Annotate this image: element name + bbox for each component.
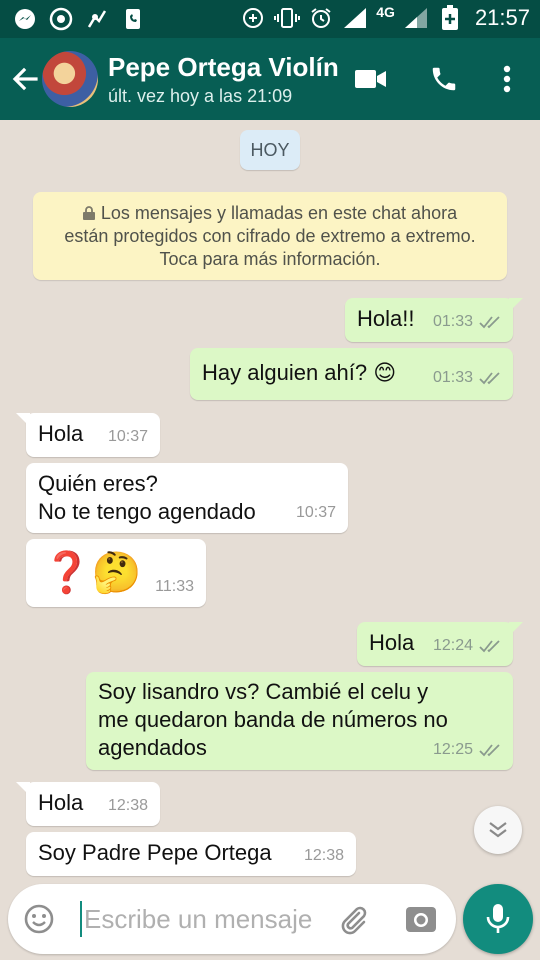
message-incoming[interactable]: Quién eres? No te tengo agendado 10:37 (26, 463, 348, 533)
message-outgoing[interactable]: Soy lisandro vs? Cambié el celu y me que… (86, 672, 513, 770)
message-incoming[interactable]: Soy Padre Pepe Ortega 12:38 (26, 832, 356, 876)
encryption-notice-line2: están protegidos con cifrado de extremo … (64, 226, 476, 246)
message-incoming[interactable]: ❓🤔 11:33 (26, 539, 206, 607)
message-time: 10:37 (295, 504, 336, 521)
message-outgoing[interactable]: Hola!! 01:33 (345, 298, 523, 342)
data-saver-icon (240, 5, 266, 31)
attach-icon[interactable] (336, 902, 370, 936)
battery-icon (437, 5, 463, 31)
chevron-double-down-icon (489, 822, 507, 838)
lock-icon (82, 206, 95, 220)
back-arrow-icon[interactable] (8, 62, 42, 96)
phone-icon[interactable] (427, 62, 461, 96)
message-composer (8, 884, 456, 954)
chat-header: Pepe Ortega Violín últ. vez hoy a las 21… (0, 38, 540, 120)
double-check-icon (479, 640, 500, 653)
camera-icon[interactable] (404, 902, 438, 936)
status-bar: 4G 21:57 (0, 0, 540, 38)
message-incoming[interactable]: Hola 10:37 (16, 413, 160, 457)
more-vert-icon[interactable] (490, 62, 524, 96)
encryption-notice[interactable]: Los mensajes y llamadas en este chat aho… (33, 192, 507, 280)
vibrate-icon (274, 5, 301, 31)
alarm-icon (308, 5, 334, 31)
message-time: 12:25 (432, 741, 473, 758)
message-text: Quién eres? No te tengo agendado (38, 471, 256, 524)
double-check-icon (479, 744, 500, 757)
text-caret (80, 901, 82, 937)
contact-name[interactable]: Pepe Ortega Violín (108, 52, 339, 83)
date-divider: HOY (240, 130, 300, 170)
double-check-icon (479, 372, 500, 385)
last-seen-status[interactable]: últ. vez hoy a las 21:09 (108, 86, 292, 107)
messenger-icon (12, 6, 38, 32)
mic-icon (486, 904, 510, 933)
message-outgoing[interactable]: Hola 12:24 (357, 622, 523, 666)
encryption-notice-line1: Los mensajes y llamadas en este chat aho… (100, 203, 458, 223)
double-check-icon (479, 316, 500, 329)
message-text: Soy lisandro vs? Cambié el celu y me que… (98, 679, 448, 760)
message-text: Hola (38, 790, 84, 815)
chrome-icon (48, 6, 74, 32)
clock: 21:57 (474, 5, 530, 30)
signal-icon (342, 5, 368, 31)
message-text: Hola (369, 630, 415, 655)
mic-button[interactable] (463, 884, 533, 954)
message-input[interactable] (84, 900, 329, 938)
app-icon (84, 6, 110, 32)
message-outgoing[interactable]: Hay alguien ahí? 😊 01:33 (190, 348, 513, 400)
encryption-notice-line3: Toca para más información. (159, 249, 381, 269)
message-time: 11:33 (155, 578, 194, 595)
message-time: 12:24 (432, 637, 473, 654)
message-text: Soy Padre Pepe Ortega (38, 840, 272, 865)
message-text: Hay alguien ahí? 😊 (202, 360, 397, 385)
video-call-icon[interactable] (354, 62, 388, 96)
message-text: Hola (38, 421, 84, 446)
network-type: 4G (376, 4, 395, 20)
phone-app-icon (120, 6, 146, 32)
signal-icon-2 (403, 5, 429, 31)
contact-avatar[interactable] (42, 51, 98, 107)
message-time: 10:37 (107, 428, 148, 445)
emoji-icon[interactable] (22, 902, 56, 936)
message-time: 01:33 (432, 313, 473, 330)
message-time: 12:38 (303, 847, 344, 864)
message-list[interactable]: HOY Los mensajes y llamadas en este chat… (0, 120, 540, 880)
message-time: 12:38 (107, 797, 148, 814)
message-emoji: ❓🤔 (42, 551, 142, 595)
message-incoming[interactable]: Hola 12:38 (16, 782, 160, 826)
message-text: Hola!! (357, 306, 415, 331)
scroll-to-bottom-button[interactable] (474, 806, 522, 854)
message-time: 01:33 (432, 369, 473, 386)
